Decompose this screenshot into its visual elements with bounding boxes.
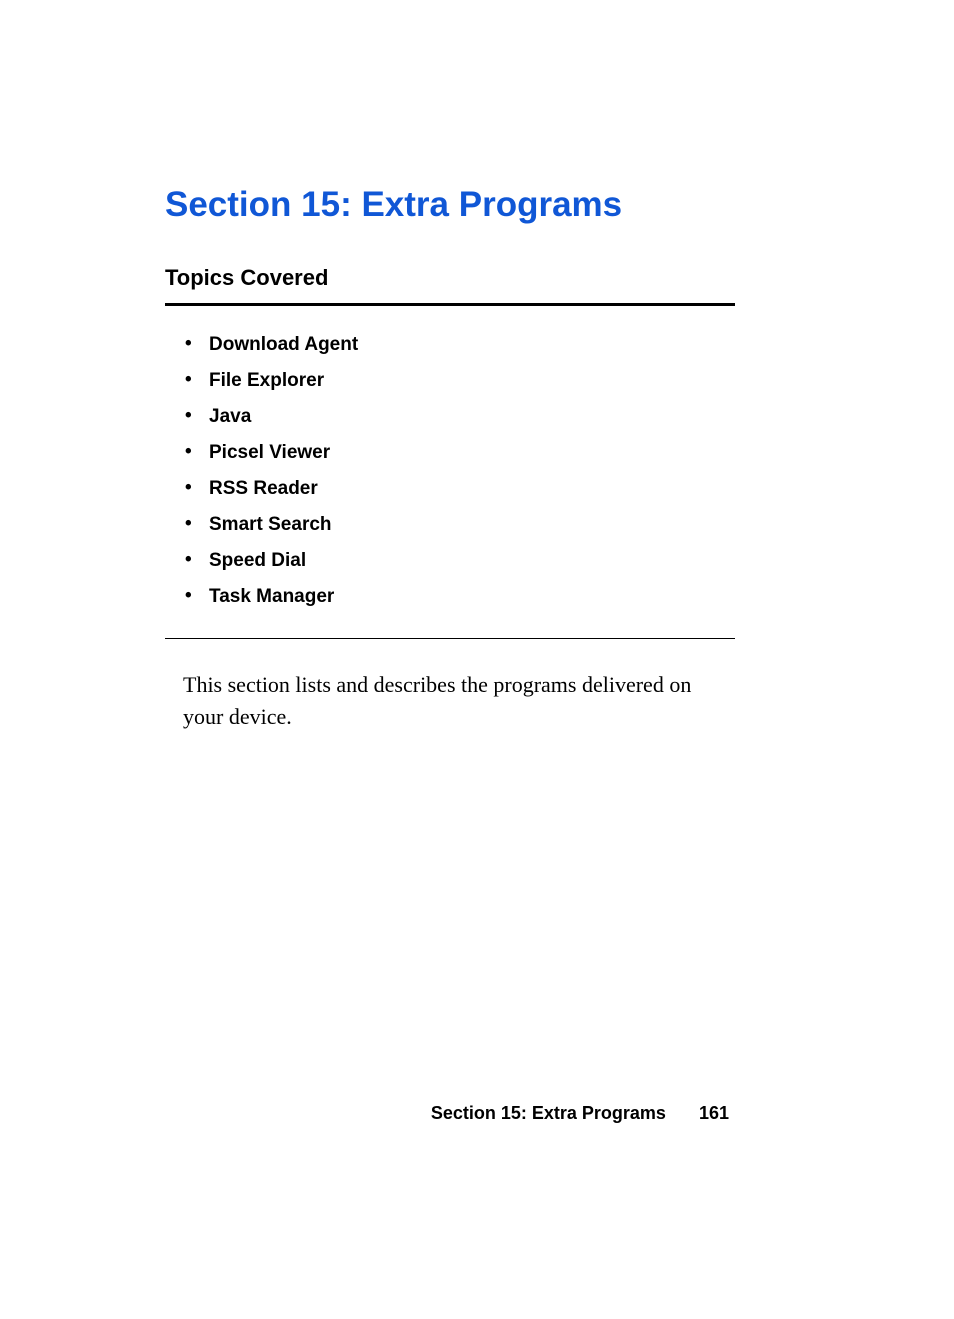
list-item: Java bbox=[185, 406, 735, 428]
page: Section 15: Extra Programs Topics Covere… bbox=[0, 0, 954, 1319]
list-item: RSS Reader bbox=[185, 478, 735, 500]
topics-list: Download Agent File Explorer Java Picsel… bbox=[185, 334, 735, 608]
list-item: Task Manager bbox=[185, 586, 735, 608]
list-item: Picsel Viewer bbox=[185, 442, 735, 464]
section-title: Section 15: Extra Programs bbox=[165, 185, 735, 225]
topics-covered-heading: Topics Covered bbox=[165, 265, 735, 291]
content-block: Section 15: Extra Programs Topics Covere… bbox=[165, 185, 735, 733]
footer-page-number: 161 bbox=[699, 1103, 729, 1124]
divider-thick bbox=[165, 303, 735, 306]
list-item: Speed Dial bbox=[185, 550, 735, 572]
list-item: Smart Search bbox=[185, 514, 735, 536]
body-paragraph: This section lists and describes the pro… bbox=[183, 669, 725, 733]
page-footer: Section 15: Extra Programs 161 bbox=[0, 1103, 954, 1124]
list-item: File Explorer bbox=[185, 370, 735, 392]
divider-thin bbox=[165, 638, 735, 639]
list-item: Download Agent bbox=[185, 334, 735, 356]
footer-section-label: Section 15: Extra Programs bbox=[431, 1103, 666, 1123]
